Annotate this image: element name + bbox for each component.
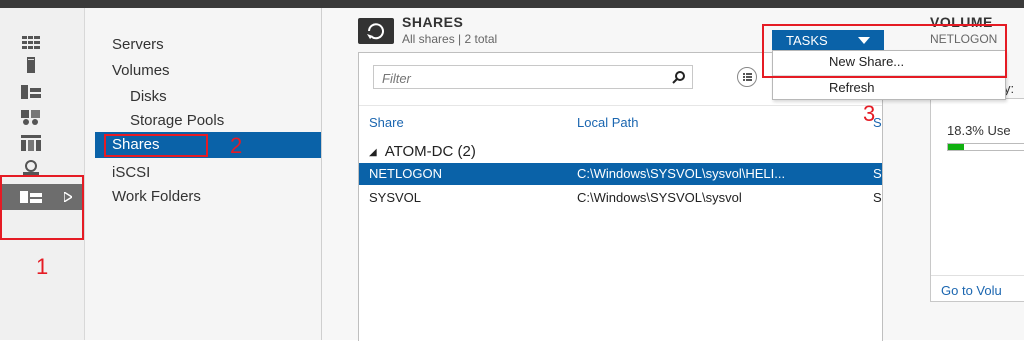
go-to-volumes-link[interactable]: Go to Volu	[941, 283, 1002, 298]
annotation-box-2	[104, 134, 208, 157]
share-path: C:\Windows\SYSVOL\sysvol\HELI...	[577, 166, 786, 181]
icon-rail	[0, 8, 85, 340]
nav-item-work-folders[interactable]: Work Folders	[112, 188, 201, 205]
nav-item-storage-pools[interactable]: Storage Pools	[130, 112, 224, 129]
nav-panel: Servers Volumes Disks Storage Pools Shar…	[85, 8, 322, 340]
collapse-arrow-icon[interactable]: ◢	[369, 147, 377, 158]
all-servers-icon[interactable]	[20, 82, 42, 100]
table-row-netlogon[interactable]: NETLOGON C:\Windows\SYSVOL\sysvol\HELI..…	[359, 163, 882, 185]
search-icon[interactable]	[672, 70, 686, 84]
shares-folder-icon	[358, 18, 394, 44]
filter-box[interactable]	[373, 65, 693, 89]
usage-bar	[947, 143, 1024, 151]
nav-item-volumes[interactable]: Volumes	[112, 62, 170, 79]
nav-item-iscsi[interactable]: iSCSI	[112, 164, 150, 181]
filter-options-icon[interactable]	[737, 67, 757, 87]
annotation-number-2: 2	[230, 133, 243, 158]
dns-icon[interactable]	[20, 134, 42, 152]
share-name: NETLOGON	[369, 166, 442, 181]
filter-input[interactable]	[380, 67, 664, 89]
dashboard-icon[interactable]	[20, 34, 42, 52]
nav-item-servers[interactable]: Servers	[112, 36, 164, 53]
ad-ds-icon[interactable]	[20, 108, 42, 126]
column-header-share[interactable]: Share	[369, 115, 404, 130]
share-path: C:\Windows\SYSVOL\sysvol	[577, 190, 742, 205]
shares-title: SHARES	[402, 14, 464, 30]
header-divider	[359, 105, 882, 106]
shares-subtitle: All shares | 2 total	[402, 32, 498, 46]
local-server-icon[interactable]	[20, 56, 42, 74]
annotation-number-1: 1	[36, 254, 49, 279]
share-extra: S	[873, 190, 882, 205]
usage-bar-fill	[948, 144, 965, 150]
annotation-box-3	[762, 24, 1007, 78]
group-label: ATOM-DC (2)	[384, 143, 476, 160]
volume-panel: 18.3% Use Go to Volu	[930, 98, 1024, 302]
column-header-local-path[interactable]: Local Path	[577, 115, 638, 130]
menu-item-refresh[interactable]: Refresh	[829, 80, 875, 95]
share-extra: S	[873, 166, 882, 181]
group-row-atom-dc[interactable]: ◢ ATOM-DC (2)	[369, 143, 476, 160]
usage-text: 18.3% Use	[947, 123, 1011, 138]
nav-item-disks[interactable]: Disks	[130, 88, 167, 105]
table-row-sysvol[interactable]: SYSVOL C:\Windows\SYSVOL\sysvol S	[359, 187, 882, 209]
annotation-box-1	[0, 175, 84, 240]
volume-footer-divider	[931, 275, 1024, 276]
top-bar	[0, 0, 1024, 8]
annotation-number-3: 3	[863, 101, 876, 126]
share-name: SYSVOL	[369, 190, 422, 205]
